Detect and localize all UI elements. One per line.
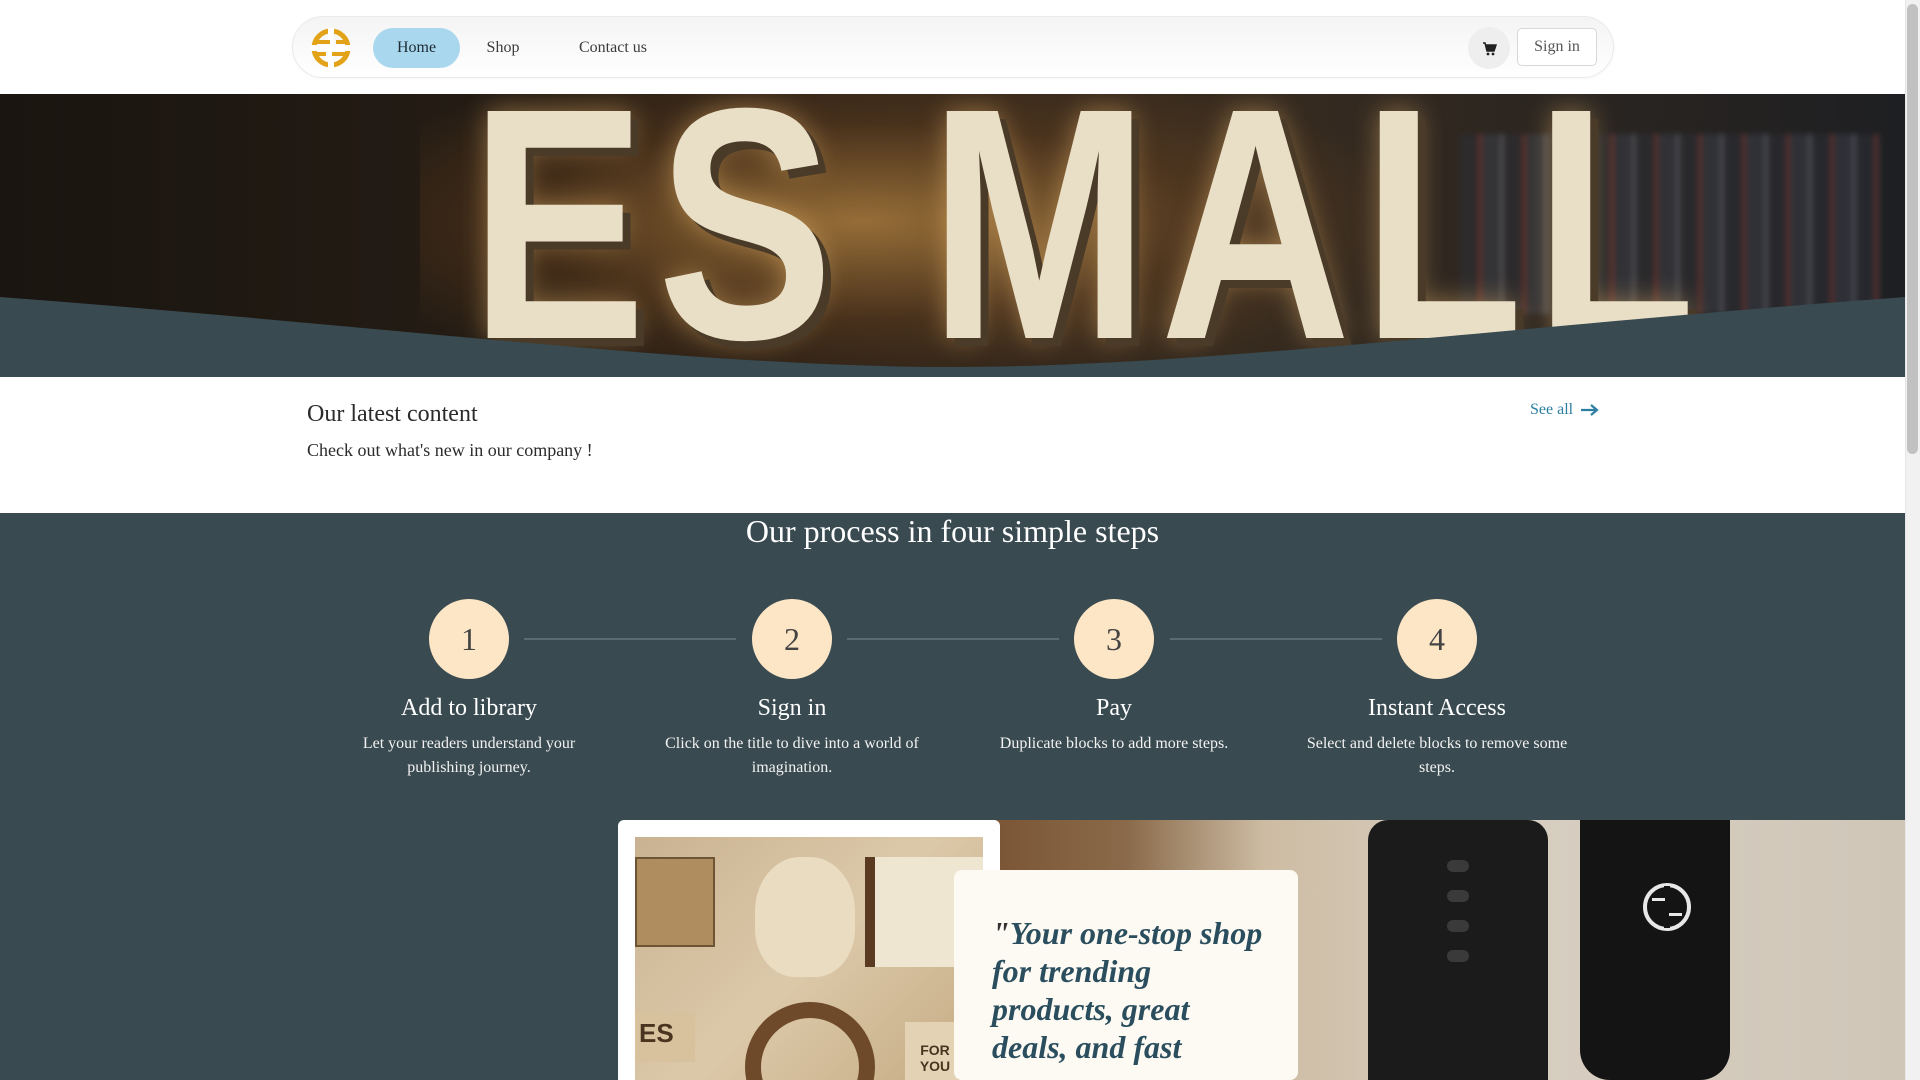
watch-band-image <box>1580 820 1730 1080</box>
watch-strap-image <box>1368 820 1548 1080</box>
navbar: Home Shop Contact us Sign in <box>292 16 1614 78</box>
sign-in-button[interactable]: Sign in <box>1517 28 1597 66</box>
hero-wave <box>0 297 1905 377</box>
quote-text: "Your one-stop shop for trending product… <box>992 914 1272 1066</box>
strap-hole <box>1447 950 1469 962</box>
page: Home Shop Contact us Sign in ES MALL Our… <box>0 0 1905 1080</box>
step-number: 1 <box>429 599 509 679</box>
cart-button[interactable] <box>1468 27 1510 69</box>
step-1: 1 Add to library Let your readers unders… <box>319 599 619 780</box>
strap-hole <box>1447 860 1469 872</box>
scrollbar-thumb[interactable] <box>1907 4 1918 454</box>
latest-subtitle: Check out what's new in our company ! <box>307 440 593 460</box>
arrow-right-icon <box>1581 404 1599 416</box>
step-2: 2 Sign in Click on the title to dive int… <box>642 599 942 780</box>
process-section: Our process in four simple steps 1 Add t… <box>0 513 1905 823</box>
quote-card: "Your one-stop shop for trending product… <box>954 870 1298 1080</box>
quote-mark: " <box>992 915 1010 951</box>
nav-contact-us[interactable]: Contact us <box>553 28 673 68</box>
logo-icon <box>1643 883 1691 931</box>
logo-icon[interactable] <box>311 28 351 68</box>
step-description: Duplicate blocks to add more steps. <box>999 735 1229 752</box>
step-number: 3 <box>1074 599 1154 679</box>
strap-hole <box>1447 890 1469 902</box>
step-description: Let your readers understand your publish… <box>362 735 576 776</box>
step-number: 4 <box>1397 599 1477 679</box>
teddy-bear <box>755 857 855 977</box>
step-title: Add to library <box>401 695 537 721</box>
step-3: 3 Pay Duplicate blocks to add more steps… <box>964 599 1264 756</box>
hero-banner: ES MALL <box>0 94 1905 377</box>
step-title: Pay <box>1096 695 1132 721</box>
step-description: Select and delete blocks to remove some … <box>1306 735 1568 776</box>
nav-shop[interactable]: Shop <box>473 28 533 68</box>
scrollbar[interactable] <box>1905 0 1920 1080</box>
header: Home Shop Contact us Sign in <box>0 0 1905 94</box>
step-number: 2 <box>752 599 832 679</box>
see-all-label: See all <box>1530 401 1574 418</box>
step-title: Instant Access <box>1368 695 1506 721</box>
see-all-link[interactable]: See all <box>1530 401 1599 419</box>
latest-title: Our latest content <box>307 401 478 427</box>
quote-section: ES FOR YOU "Your one-stop shop for trendi… <box>0 820 1905 1080</box>
step-4: 4 Instant Access Select and delete block… <box>1287 599 1587 780</box>
process-title: Our process in four simple steps <box>745 513 1160 549</box>
step-description: Click on the title to dive into a world … <box>665 735 919 776</box>
step-title: Sign in <box>757 695 827 721</box>
quote-body: Your one-stop shop for trending products… <box>992 915 1263 1065</box>
nav-home[interactable]: Home <box>373 28 460 68</box>
tag-label: ES <box>635 1012 695 1062</box>
gift-box <box>635 857 715 947</box>
logo-emblem <box>745 1002 875 1080</box>
cart-icon <box>1483 42 1498 56</box>
gift-image: ES FOR YOU <box>635 837 983 1080</box>
strap-hole <box>1447 920 1469 932</box>
latest-content-section: Our latest content Check out what's new … <box>0 377 1905 513</box>
